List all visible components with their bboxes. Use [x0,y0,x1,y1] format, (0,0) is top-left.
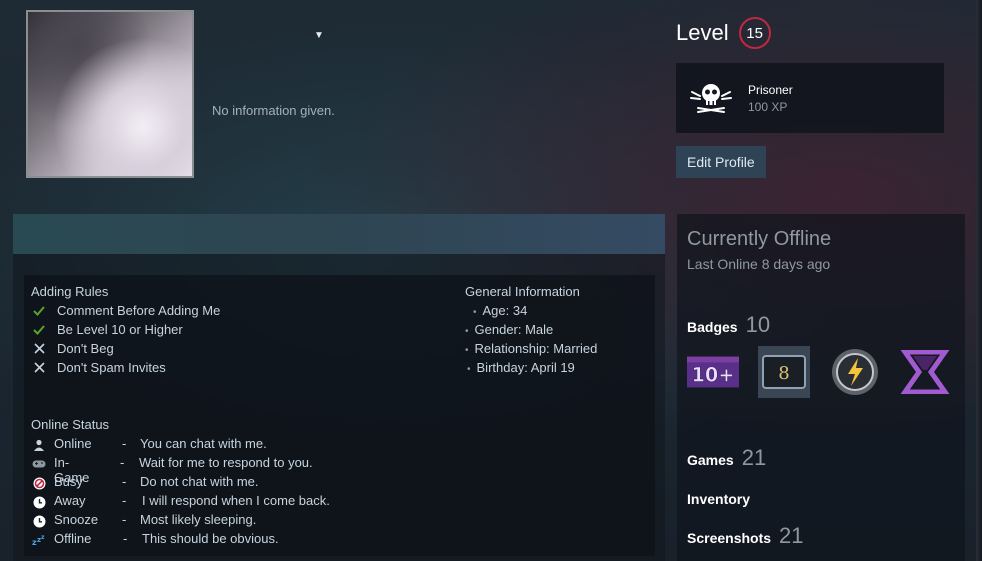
hourglass-badge-icon[interactable] [899,346,951,398]
rule-item: Be Level 10 or Higher [32,322,183,337]
status-name: Snooze [54,512,99,527]
badge-showcase: 10+ 8 [687,346,955,402]
favorite-badge-text: Prisoner 100 XP [748,83,793,114]
edit-profile-button[interactable]: Edit Profile [676,146,766,178]
check-icon [32,323,46,337]
profile-summary-box: Adding Rules Comment Before Adding Me Be… [24,275,655,556]
badges-link[interactable]: Badges 10 [687,312,770,338]
online-state-title: Currently Offline [687,228,832,250]
level-number[interactable]: 15 [738,17,771,49]
profile-summary-text: No information given. [212,103,335,118]
games-label[interactable]: Games [687,452,734,468]
badges-count[interactable]: 10 [746,312,770,338]
status-dash: - [122,436,127,451]
adding-rules-title: Adding Rules [31,284,109,299]
favorite-badge[interactable]: Prisoner 100 XP [676,63,944,133]
game-card-badge-icon[interactable]: 8 [758,346,810,398]
chevron-down-icon[interactable]: ▼ [313,30,325,42]
general-info-item: • Gender: Male [465,322,554,337]
clock-icon [32,495,46,509]
avatar[interactable] [26,10,194,178]
person-icon [32,438,46,452]
svg-text:z: z [41,534,45,541]
last-online-text: Last Online 8 days ago [687,256,831,272]
status-name: Online [54,436,92,451]
status-name: Offline [54,531,92,546]
screenshots-label[interactable]: Screenshots [687,530,771,546]
status-desc: I will respond when I come back. [142,493,330,508]
status-name: Away [54,493,86,508]
summary-header-bar [13,214,665,254]
info-text: Age: 34 [482,303,528,318]
status-desc: You can chat with me. [140,436,267,451]
rule-text: Be Level 10 or Higher [57,322,183,337]
profile-level: Level 15 [676,17,771,49]
badge-name: Prisoner [748,82,793,97]
games-count[interactable]: 21 [742,445,766,471]
inventory-label[interactable]: Inventory [687,491,750,507]
profile-right-panel: Currently Offline Last Online 8 days ago… [677,214,965,561]
general-info-item: • Birthday: April 19 [467,360,575,375]
badge-text: 8 [778,363,789,384]
rule-text: Comment Before Adding Me [57,303,221,318]
check-icon [32,304,46,318]
screenshots-count[interactable]: 21 [779,523,803,549]
status-name: Busy [54,474,83,489]
status-dash: - [122,493,127,508]
rule-text: Don't Spam Invites [57,360,166,375]
zzz-icon: zzz [32,533,46,547]
inventory-link[interactable]: Inventory [687,491,750,507]
status-dash: - [122,512,127,527]
general-info-item: • Age: 34 [473,303,528,318]
status-desc: Do not chat with me. [140,474,259,489]
years-of-service-badge-icon[interactable]: 10+ [687,346,739,398]
status-dash: - [120,455,125,470]
cross-icon [32,361,46,375]
lightning-badge-icon[interactable] [829,346,881,398]
badge-text: 10+ [692,364,735,387]
status-desc: Wait for me to respond to you. [139,455,313,470]
clock-icon [32,514,46,528]
status-dash: - [123,531,128,546]
games-link[interactable]: Games 21 [687,445,766,471]
rule-item: Don't Spam Invites [32,360,166,375]
info-text: Relationship: Married [474,341,598,356]
general-info-title: General Information [465,284,580,299]
badges-label[interactable]: Badges [687,319,738,335]
no-entry-icon [32,476,46,490]
status-desc: Most likely sleeping. [140,512,257,527]
info-text: Gender: Male [474,322,554,337]
level-label: Level [676,20,729,45]
cross-icon [32,342,46,356]
info-text: Birthday: April 19 [476,360,575,375]
online-status-title: Online Status [31,417,110,432]
gamepad-icon [32,457,46,471]
status-desc: This should be obvious. [142,531,279,546]
rule-item: Comment Before Adding Me [32,303,220,318]
badge-xp: 100 XP [748,99,788,114]
general-info-item: • Relationship: Married [465,341,598,356]
rule-item: Don't Beg [32,341,114,356]
skull-crossbones-icon [690,84,732,113]
scrollbar-edge [976,0,982,561]
status-dash: - [122,474,127,489]
rule-text: Don't Beg [57,341,114,356]
screenshots-link[interactable]: Screenshots 21 [687,523,804,549]
